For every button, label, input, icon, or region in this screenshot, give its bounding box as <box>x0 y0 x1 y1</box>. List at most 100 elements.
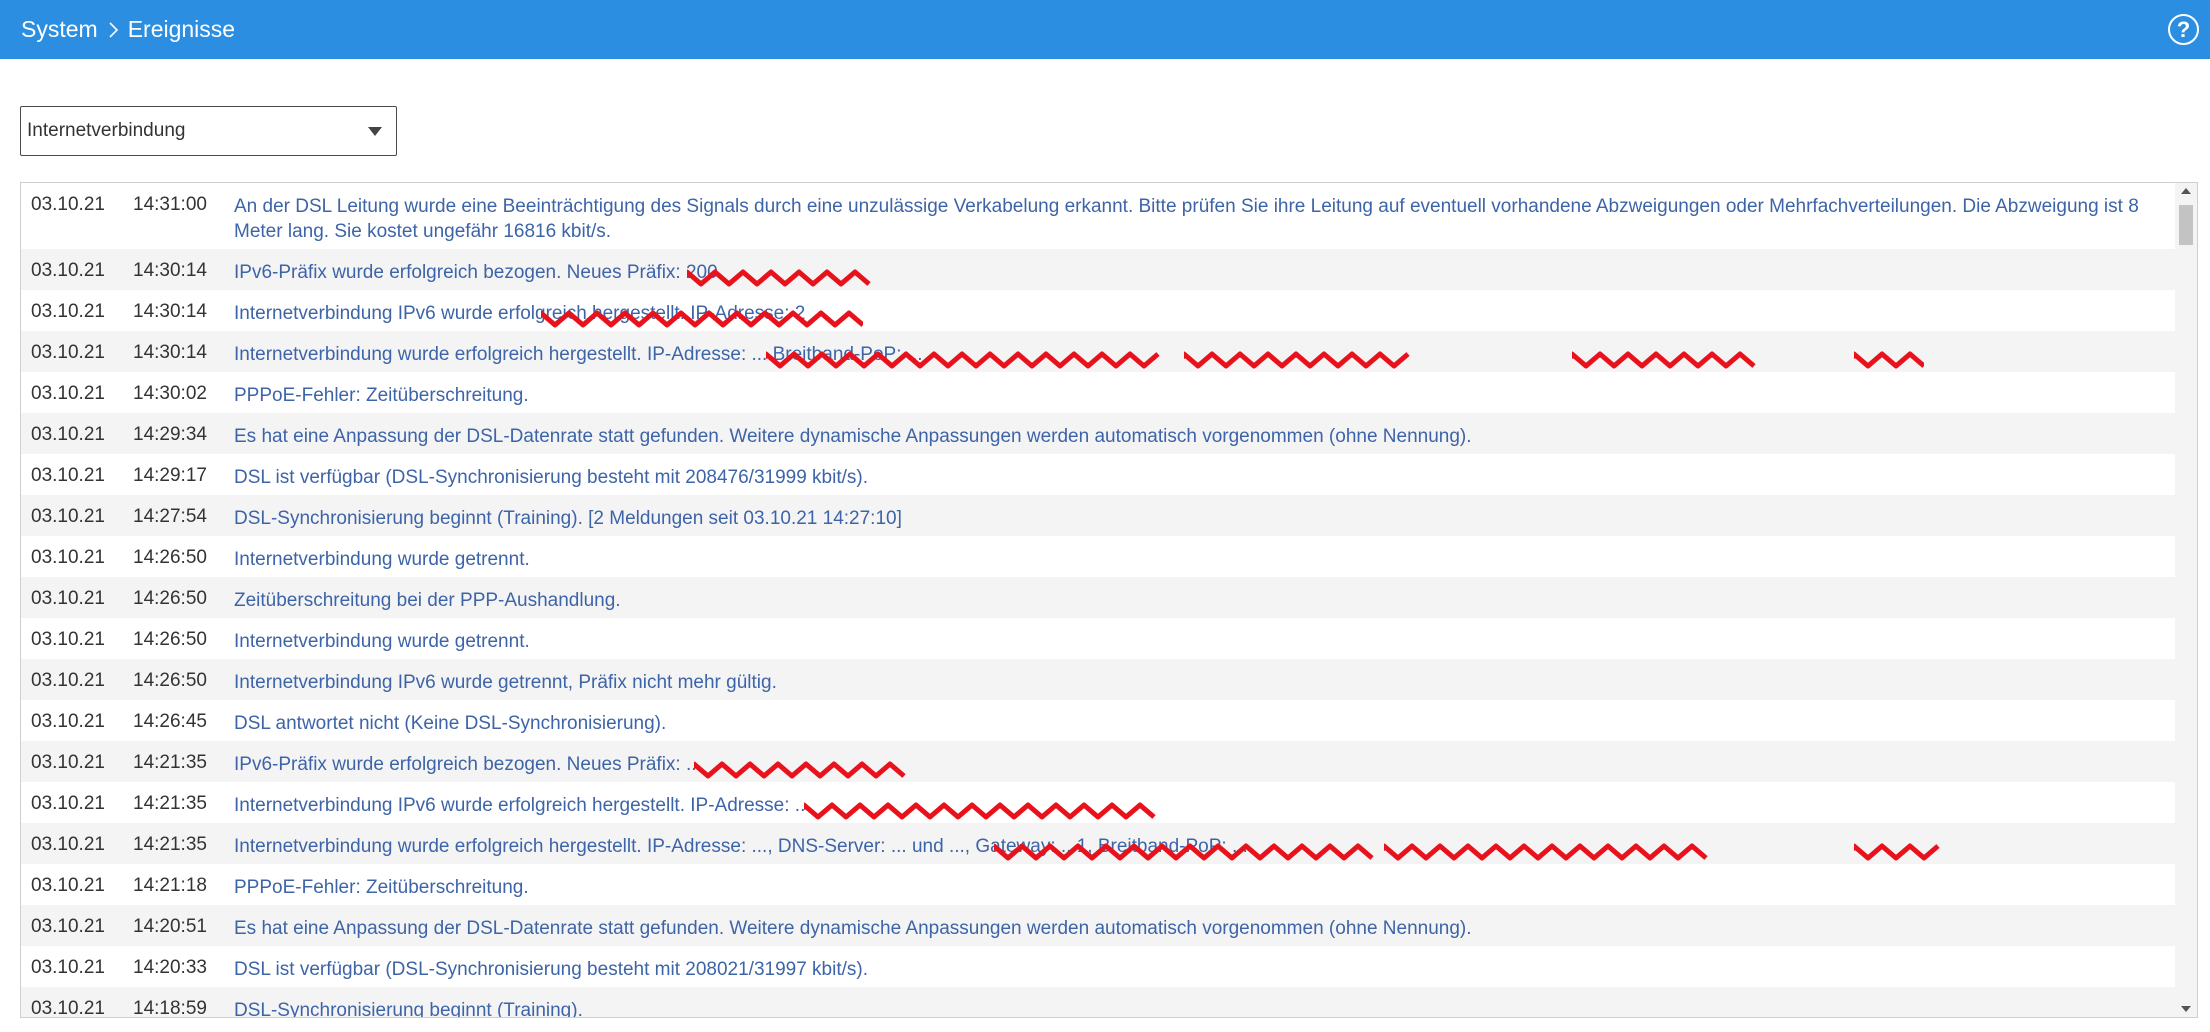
event-time: 14:26:50 <box>133 588 207 609</box>
redaction-mark <box>694 761 906 779</box>
event-date: 03.10.21 <box>31 711 105 732</box>
event-row: 03.10.21 14:26:50 Internetverbindung IPv6 … <box>21 659 2175 700</box>
event-message: Internetverbindung IPv6 wurde getrennt, … <box>234 672 777 693</box>
event-time: 14:30:02 <box>133 383 207 404</box>
redaction-mark <box>1384 843 1708 861</box>
event-time: 14:20:33 <box>133 957 207 978</box>
event-date: 03.10.21 <box>31 547 105 568</box>
event-date: 03.10.21 <box>31 588 105 609</box>
event-message: DSL antwortet nicht (Keine DSL-Synchroni… <box>234 713 667 734</box>
event-message: Internetverbindung wurde erfolgreich her… <box>234 342 2145 369</box>
event-log[interactable]: 03.10.21 14:31:00 An der DSL Leitung wurde… <box>20 182 2198 1018</box>
event-row: 03.10.21 14:30:14 IPv6-Präfix wurde erfolg… <box>21 249 2175 290</box>
scrollbar-thumb[interactable] <box>2179 205 2193 245</box>
event-row: 03.10.21 14:26:50 Internetverbindung wurde… <box>21 536 2175 577</box>
event-time: 14:21:35 <box>133 834 207 855</box>
event-message: PPPoE-Fehler: Zeitüberschreitung. <box>234 877 529 898</box>
event-row: 03.10.21 14:29:17 DSL ist verfügbar (DSL-S… <box>21 454 2175 495</box>
event-row: 03.10.21 14:21:35 IPv6-Präfix wurde erfolg… <box>21 741 2175 782</box>
event-date: 03.10.21 <box>31 465 105 486</box>
event-message: IPv6-Präfix wurde erfolgreich bezogen. N… <box>234 752 2145 779</box>
event-log-rows: 03.10.21 14:31:00 An der DSL Leitung wurde… <box>21 183 2175 1018</box>
event-date: 03.10.21 <box>31 506 105 527</box>
event-row: 03.10.21 14:31:00 An der DSL Leitung wurde… <box>21 183 2175 249</box>
event-message: DSL ist verfügbar (DSL-Synchronisierung … <box>234 959 869 980</box>
event-time: 14:21:35 <box>133 752 207 773</box>
event-row: 03.10.21 14:26:50 Internetverbindung wurde… <box>21 618 2175 659</box>
redaction-mark <box>804 802 1156 820</box>
event-time: 14:27:54 <box>133 506 207 527</box>
event-row: 03.10.21 14:29:34 Es hat eine Anpassung de… <box>21 413 2175 454</box>
event-message: Internetverbindung wurde getrennt. <box>234 549 530 570</box>
event-date: 03.10.21 <box>31 670 105 691</box>
event-date: 03.10.21 <box>31 998 105 1018</box>
event-row: 03.10.21 14:21:35 Internetverbindung wurde… <box>21 823 2175 864</box>
event-category-value: Internetverbindung <box>27 120 186 141</box>
event-message: IPv6-Präfix wurde erfolgreich bezogen. N… <box>234 260 2145 287</box>
event-time: 14:29:34 <box>133 424 207 445</box>
redaction-mark <box>1854 351 1924 369</box>
event-row: 03.10.21 14:21:18 PPPoE-Fehler: Zeitübersc… <box>21 864 2175 905</box>
scroll-down-arrow-icon[interactable] <box>2180 1004 2192 1014</box>
event-time: 14:26:50 <box>133 547 207 568</box>
event-date: 03.10.21 <box>31 424 105 445</box>
event-message: Internetverbindung wurde getrennt. <box>234 631 530 652</box>
chevron-right-icon <box>102 19 124 41</box>
event-message: An der DSL Leitung wurde eine Beeinträch… <box>234 196 2139 242</box>
event-row: 03.10.21 14:21:35 Internetverbindung IPv6 … <box>21 782 2175 823</box>
event-time: 14:30:14 <box>133 260 207 281</box>
event-time: 14:18:59 <box>133 998 207 1018</box>
event-category-select[interactable]: Internetverbindung <box>20 106 397 156</box>
event-time: 14:30:14 <box>133 342 207 363</box>
top-bar: System Ereignisse ? <box>0 0 2210 59</box>
event-time: 14:31:00 <box>133 194 207 215</box>
redaction-mark <box>766 351 1160 369</box>
redaction-mark <box>1184 351 1410 369</box>
event-message: Internetverbindung IPv6 wurde erfolgreic… <box>234 793 2145 820</box>
event-time: 14:20:51 <box>133 916 207 937</box>
event-date: 03.10.21 <box>31 875 105 896</box>
event-message: DSL ist verfügbar (DSL-Synchronisierung … <box>234 467 869 488</box>
event-date: 03.10.21 <box>31 301 105 322</box>
event-time: 14:30:14 <box>133 301 207 322</box>
event-message: Internetverbindung wurde erfolgreich her… <box>234 834 2145 861</box>
event-date: 03.10.21 <box>31 383 105 404</box>
event-row: 03.10.21 14:30:14 Internetverbindung IPv6 … <box>21 290 2175 331</box>
breadcrumb: System Ereignisse <box>21 16 235 43</box>
event-message: Zeitüberschreitung bei der PPP-Aushandlu… <box>234 590 621 611</box>
event-row: 03.10.21 14:30:14 Internetverbindung wurde… <box>21 331 2175 372</box>
event-date: 03.10.21 <box>31 342 105 363</box>
event-time: 14:26:45 <box>133 711 207 732</box>
event-message: Es hat eine Anpassung der DSL-Datenrate … <box>234 918 1472 939</box>
event-date: 03.10.21 <box>31 194 105 215</box>
event-time: 14:26:50 <box>133 629 207 650</box>
event-row: 03.10.21 14:20:51 Es hat eine Anpassung de… <box>21 905 2175 946</box>
event-time: 14:26:50 <box>133 670 207 691</box>
event-row: 03.10.21 14:27:54 DSL-Synchronisierung beg… <box>21 495 2175 536</box>
redaction-mark <box>541 310 863 328</box>
event-message: DSL-Synchronisierung beginnt (Training).… <box>234 508 902 529</box>
event-time: 14:21:35 <box>133 793 207 814</box>
event-date: 03.10.21 <box>31 629 105 650</box>
event-date: 03.10.21 <box>31 916 105 937</box>
event-date: 03.10.21 <box>31 793 105 814</box>
breadcrumb-system[interactable]: System <box>21 16 98 43</box>
event-row: 03.10.21 14:26:50 Zeitüberschreitung bei d… <box>21 577 2175 618</box>
event-date: 03.10.21 <box>31 834 105 855</box>
event-time: 14:29:17 <box>133 465 207 486</box>
redaction-mark <box>1854 843 1940 861</box>
help-button[interactable]: ? <box>2168 14 2199 45</box>
event-time: 14:21:18 <box>133 875 207 896</box>
redaction-mark <box>994 843 1374 861</box>
event-row: 03.10.21 14:20:33 DSL ist verfügbar (DSL-S… <box>21 946 2175 987</box>
scrollbar[interactable] <box>2175 183 2197 1017</box>
event-message: Es hat eine Anpassung der DSL-Datenrate … <box>234 426 1472 447</box>
event-message: Internetverbindung IPv6 wurde erfolgreic… <box>234 301 2145 328</box>
event-date: 03.10.21 <box>31 260 105 281</box>
scroll-up-arrow-icon[interactable] <box>2180 186 2192 196</box>
help-icon: ? <box>2176 16 2191 42</box>
redaction-mark <box>687 269 871 287</box>
event-date: 03.10.21 <box>31 752 105 773</box>
breadcrumb-ereignisse: Ereignisse <box>127 16 236 42</box>
event-message: DSL-Synchronisierung beginnt (Training). <box>234 1000 583 1018</box>
